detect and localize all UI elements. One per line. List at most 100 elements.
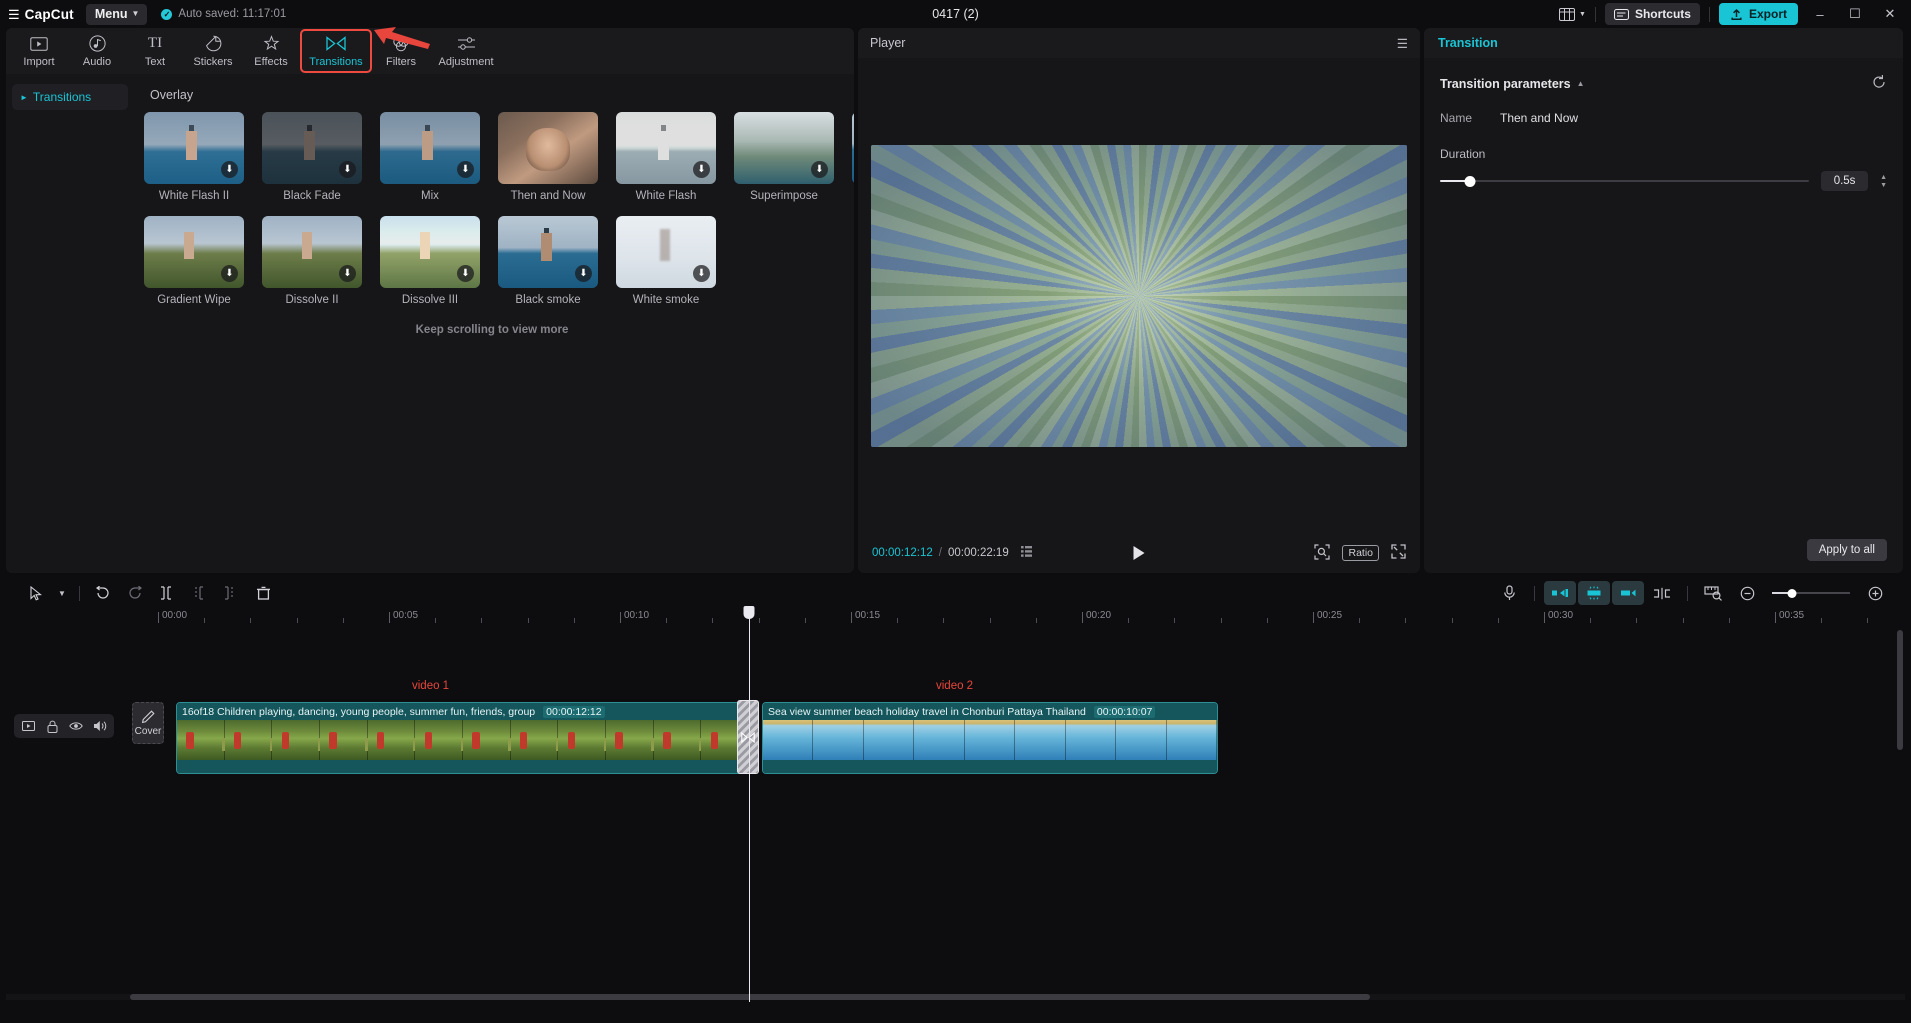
- tab-effects[interactable]: Effects: [242, 29, 300, 73]
- transition-thumbnail[interactable]: ⬇: [498, 216, 598, 288]
- transition-item[interactable]: ⬇Superimpose: [734, 112, 834, 202]
- download-icon[interactable]: ⬇: [221, 265, 238, 282]
- video-preview[interactable]: [871, 145, 1407, 447]
- transition-thumbnail[interactable]: ⬇: [734, 112, 834, 184]
- delete-icon[interactable]: [247, 581, 279, 605]
- download-icon[interactable]: ⬇: [811, 161, 828, 178]
- duration-slider[interactable]: [1440, 174, 1809, 188]
- apply-to-all-button[interactable]: Apply to all: [1807, 539, 1887, 561]
- transition-thumbnail[interactable]: ⬇: [616, 112, 716, 184]
- split-icon[interactable]: [1646, 581, 1678, 605]
- timeline-ruler[interactable]: 00:0000:0500:1000:1500:2000:2500:3000:35: [130, 608, 1905, 630]
- tab-audio[interactable]: Audio: [68, 29, 126, 73]
- cover-button[interactable]: Cover: [132, 702, 164, 744]
- transition-item[interactable]: ⬇Dissolve: [852, 112, 854, 202]
- transition-item[interactable]: ⬇Dissolve II: [262, 216, 362, 306]
- tab-import[interactable]: Import: [10, 29, 68, 73]
- add-keyframe-icon[interactable]: [1578, 581, 1610, 605]
- transition-item[interactable]: ⬇Gradient Wipe: [144, 216, 244, 306]
- duration-stepper[interactable]: ▲ ▼: [1880, 174, 1887, 189]
- download-icon[interactable]: ⬇: [575, 265, 592, 282]
- trim-left-icon[interactable]: [151, 581, 183, 605]
- transition-thumbnail[interactable]: ⬇: [380, 112, 480, 184]
- split-clip-icon[interactable]: [215, 581, 247, 605]
- transition-thumbnail[interactable]: ⬇: [852, 112, 854, 184]
- transition-marker[interactable]: [737, 700, 759, 774]
- tab-stickers[interactable]: Stickers: [184, 29, 242, 73]
- transition-item[interactable]: Then and Now: [498, 112, 598, 202]
- zoom-to-fit-icon[interactable]: [1697, 581, 1729, 605]
- tab-filters[interactable]: Filters: [372, 29, 430, 73]
- maximize-button[interactable]: ☐: [1842, 3, 1868, 25]
- chevron-up-icon[interactable]: ▲: [1577, 79, 1585, 88]
- minimize-button[interactable]: –: [1807, 3, 1833, 25]
- tab-label: Text: [145, 56, 165, 68]
- export-button[interactable]: Export: [1719, 3, 1798, 25]
- transition-thumbnail[interactable]: [498, 112, 598, 184]
- player-controls: 00:00:12:12 / 00:00:22:19: [858, 533, 1420, 573]
- transition-item[interactable]: ⬇White Flash II: [144, 112, 244, 202]
- stepper-down-icon[interactable]: ▼: [1880, 182, 1887, 189]
- zoom-slider-knob[interactable]: [1788, 589, 1797, 598]
- keyframe-prev-icon[interactable]: [1544, 581, 1576, 605]
- magnify-selection-icon[interactable]: [1314, 544, 1330, 563]
- download-icon[interactable]: ⬇: [693, 161, 710, 178]
- transition-thumbnail[interactable]: ⬇: [262, 216, 362, 288]
- sidebar-item-transitions[interactable]: ► Transitions: [12, 84, 128, 110]
- transition-item[interactable]: ⬇White Flash: [616, 112, 716, 202]
- download-icon[interactable]: ⬇: [457, 161, 474, 178]
- timeline-zoom-slider[interactable]: [1772, 586, 1850, 600]
- duration-input[interactable]: 0.5s: [1821, 171, 1868, 191]
- transition-item[interactable]: ⬇Mix: [380, 112, 480, 202]
- name-row: Name Then and Now: [1440, 111, 1887, 125]
- transition-thumbnail[interactable]: ⬇: [144, 216, 244, 288]
- video-track-icon[interactable]: [16, 716, 40, 736]
- transition-item[interactable]: ⬇Black smoke: [498, 216, 598, 306]
- playhead-handle[interactable]: [744, 606, 755, 619]
- speaker-icon[interactable]: [88, 716, 112, 736]
- transition-item[interactable]: ⬇White smoke: [616, 216, 716, 306]
- vertical-scrollbar[interactable]: [1897, 630, 1903, 750]
- download-icon[interactable]: ⬇: [339, 161, 356, 178]
- download-icon[interactable]: ⬇: [693, 265, 710, 282]
- menu-button[interactable]: Menu ▼: [86, 4, 148, 25]
- player-menu-icon[interactable]: ☰: [1397, 36, 1408, 51]
- zoom-in-icon[interactable]: [1859, 581, 1891, 605]
- download-icon[interactable]: ⬇: [221, 161, 238, 178]
- keyframe-next-icon[interactable]: [1612, 581, 1644, 605]
- ratio-button[interactable]: Ratio: [1342, 545, 1379, 561]
- timeline-clip-video-1[interactable]: 16of18 Children playing, dancing, young …: [176, 702, 750, 774]
- scroll-hint: Keep scrolling to view more: [144, 324, 840, 336]
- shortcuts-button[interactable]: Shortcuts: [1605, 3, 1700, 25]
- transition-thumbnail[interactable]: ⬇: [262, 112, 362, 184]
- zoom-out-icon[interactable]: [1731, 581, 1763, 605]
- record-voiceover-icon[interactable]: [1493, 581, 1525, 605]
- download-icon[interactable]: ⬇: [457, 265, 474, 282]
- close-button[interactable]: ✕: [1877, 3, 1903, 25]
- layout-button[interactable]: ▼: [1559, 8, 1586, 21]
- timeline-clip-video-2[interactable]: Sea view summer beach holiday travel in …: [762, 702, 1218, 774]
- transition-item[interactable]: ⬇Dissolve III: [380, 216, 480, 306]
- tab-transitions[interactable]: Transitions: [300, 29, 372, 73]
- reset-icon[interactable]: [1871, 74, 1887, 93]
- lock-icon[interactable]: [40, 716, 64, 736]
- transition-thumbnail[interactable]: ⬇: [144, 112, 244, 184]
- slider-knob[interactable]: [1464, 176, 1475, 187]
- transition-thumbnail[interactable]: ⬇: [616, 216, 716, 288]
- tab-adjustment[interactable]: Adjustment: [430, 29, 502, 73]
- select-tool-icon[interactable]: [20, 581, 52, 605]
- frames-view-icon[interactable]: [1021, 546, 1037, 560]
- eye-icon[interactable]: [64, 716, 88, 736]
- redo-icon[interactable]: [119, 581, 151, 605]
- tab-text[interactable]: TI Text: [126, 29, 184, 73]
- transition-item[interactable]: ⬇Black Fade: [262, 112, 362, 202]
- transition-thumbnail[interactable]: ⬇: [380, 216, 480, 288]
- play-button[interactable]: [1134, 546, 1145, 560]
- download-icon[interactable]: ⬇: [339, 265, 356, 282]
- fullscreen-icon[interactable]: [1391, 544, 1406, 562]
- stepper-up-icon[interactable]: ▲: [1880, 174, 1887, 181]
- horizontal-scrollbar-thumb[interactable]: [130, 994, 1370, 1000]
- undo-icon[interactable]: [87, 581, 119, 605]
- trim-right-icon[interactable]: [183, 581, 215, 605]
- select-tool-dropdown[interactable]: ▼: [52, 581, 72, 605]
